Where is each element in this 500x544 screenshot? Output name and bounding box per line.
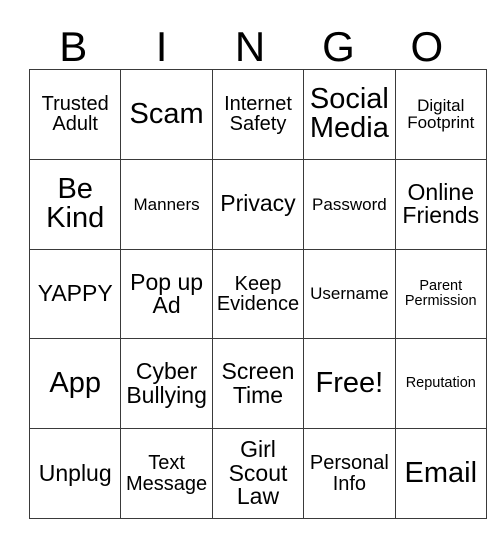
bingo-cell[interactable]: Unplug [28,428,122,519]
bingo-cell-label: Keep Evidence [216,272,300,315]
bingo-header-row: B I N G O [29,16,471,69]
bingo-cell[interactable]: YAPPY [28,248,122,340]
bingo-cell[interactable]: Online Friends [394,158,487,250]
bingo-cell[interactable]: Cyber Bullying [120,338,213,430]
bingo-cell[interactable]: Trusted Adult [28,69,122,160]
bingo-cell-label: Scam [129,97,204,130]
bingo-cell[interactable]: Girl Scout Law [211,428,305,519]
bingo-cell-label: Trusted Adult [41,93,109,136]
bingo-cell-label: Screen Time [221,358,295,408]
bingo-cell-label: Unplug [38,459,112,486]
bingo-cell-label: Reputation [405,375,476,392]
bingo-row: Unplug Text Message Girl Scout Law Perso… [28,428,487,519]
bingo-cell-label: App [49,367,101,399]
bingo-cell-label: Pop up Ad [130,268,204,318]
bingo-card: B I N G O Trusted Adult Scam Internet Sa… [0,0,500,544]
bingo-cell[interactable]: Username [303,248,396,340]
bingo-cell[interactable]: Email [394,428,487,519]
bingo-cell-label: Email [404,456,478,489]
header-letter-o: O [410,23,444,70]
bingo-row: YAPPY Pop up Ad Keep Evidence Username P… [28,248,487,340]
bingo-cell[interactable]: Be Kind [28,158,122,250]
header-letter-b: B [59,23,88,70]
bingo-cell-label: Be Kind [46,172,105,235]
bingo-cell[interactable]: Privacy [211,158,305,250]
bingo-cell-label: Cyber Bullying [126,358,207,408]
bingo-cell-free-space[interactable]: Free! [303,338,396,430]
bingo-cell-label: Social Media [309,82,389,145]
bingo-cell[interactable]: Keep Evidence [211,248,305,340]
bingo-cell-label: Online Friends [402,178,480,229]
bingo-cell-label: YAPPY [37,280,113,307]
bingo-cell[interactable]: Personal Info [303,428,396,519]
bingo-cell-label: Manners [133,194,200,214]
bingo-cell[interactable]: Digital Footprint [394,69,487,160]
bingo-grid: Trusted Adult Scam Internet Safety Socia… [28,69,487,519]
bingo-cell-label: Girl Scout Law [228,436,288,510]
bingo-cell[interactable]: App [28,338,122,430]
bingo-cell[interactable]: Pop up Ad [120,248,213,340]
bingo-cell-label: Digital Footprint [407,96,475,133]
bingo-row: Be Kind Manners Privacy Password Online … [28,158,487,250]
bingo-cell-label: Free! [315,367,384,399]
bingo-cell[interactable]: Manners [120,158,213,250]
header-letter-n: N [234,23,266,70]
bingo-row: Trusted Adult Scam Internet Safety Socia… [28,69,487,160]
bingo-cell-label: Personal Info [309,452,389,495]
bingo-cell[interactable]: Scam [120,69,213,160]
bingo-cell-label: Password [312,194,387,214]
bingo-cell-label: Parent Permission [404,278,477,309]
bingo-cell[interactable]: Text Message [120,428,213,519]
bingo-cell[interactable]: Screen Time [211,338,305,430]
bingo-cell[interactable]: Reputation [394,338,487,430]
bingo-cell-label: Username [310,284,389,304]
bingo-cell-label: Privacy [220,190,296,217]
bingo-cell[interactable]: Internet Safety [211,69,305,160]
bingo-cell-label: Text Message [126,452,208,495]
bingo-cell[interactable]: Social Media [303,69,396,160]
header-letter-g: G [322,23,355,70]
bingo-cell-label: Internet Safety [224,93,292,136]
header-letter-i: I [155,23,168,70]
bingo-cell[interactable]: Parent Permission [394,248,487,340]
bingo-cell[interactable]: Password [303,158,396,250]
bingo-row: App Cyber Bullying Screen Time Free! Rep… [28,338,487,430]
